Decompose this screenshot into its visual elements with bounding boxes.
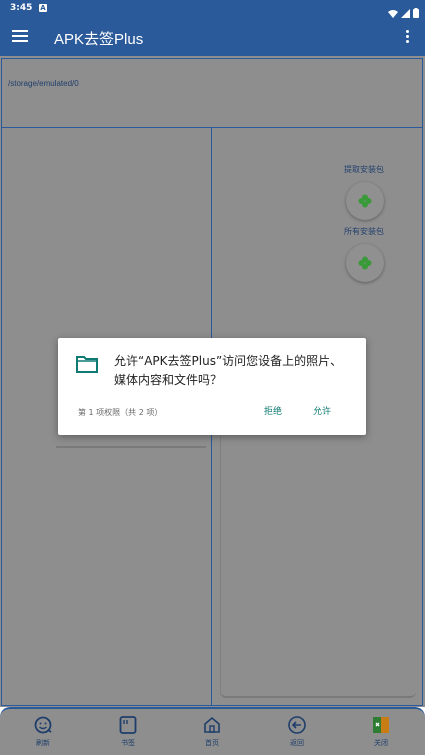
nav-close-label: 关闭 [374, 739, 388, 747]
nav-close[interactable]: 关闭 [356, 715, 406, 748]
path-box: /storage/emulated/0 [1, 58, 423, 128]
clover-icon [358, 194, 372, 208]
current-path[interactable]: /storage/emulated/0 [8, 79, 79, 88]
status-bar: 3:45 A [0, 0, 425, 18]
status-time: 3:45 [10, 3, 33, 13]
permission-message: 允许“APK去签Plus”访问您设备上的照片、媒体内容和文件吗？ [114, 354, 343, 387]
back-icon [288, 716, 306, 734]
allow-button[interactable]: 允许 [313, 404, 331, 417]
clover-icon [358, 256, 372, 270]
home-icon [204, 716, 220, 733]
close-app-icon [373, 717, 389, 733]
all-packages-label: 所有安装包 [344, 227, 384, 236]
more-options-icon[interactable] [406, 30, 410, 45]
nav-bookmark[interactable]: 书签 [103, 715, 153, 748]
menu-icon[interactable] [12, 30, 28, 42]
left-card [56, 444, 206, 448]
refresh-icon [34, 716, 52, 734]
permission-dialog: 允许“APK去签Plus”访问您设备上的照片、媒体内容和文件吗？ 第 1 项权限… [58, 338, 366, 435]
nav-refresh[interactable]: 刷新 [18, 715, 68, 748]
deny-button[interactable]: 拒绝 [264, 404, 282, 417]
notification-icon: A [39, 4, 47, 12]
nav-home-label: 首页 [205, 739, 219, 747]
permission-count: 第 1 项权限（共 2 项） [78, 408, 163, 417]
folder-icon [76, 356, 98, 373]
extract-package-button[interactable] [346, 182, 384, 220]
app-bar: APK去签Plus [0, 18, 425, 56]
extract-package-label: 提取安装包 [344, 165, 384, 174]
nav-refresh-label: 刷新 [36, 739, 50, 747]
nav-home[interactable]: 首页 [187, 715, 237, 748]
bottom-nav: 刷新 书签 首页 返回 关闭 [0, 707, 425, 755]
nav-back[interactable]: 返回 [272, 715, 322, 748]
nav-back-label: 返回 [290, 739, 304, 747]
nav-bookmark-label: 书签 [121, 739, 135, 747]
app-title: APK去签Plus [54, 31, 144, 48]
bookmark-icon [119, 716, 137, 734]
all-packages-button[interactable] [346, 244, 384, 282]
